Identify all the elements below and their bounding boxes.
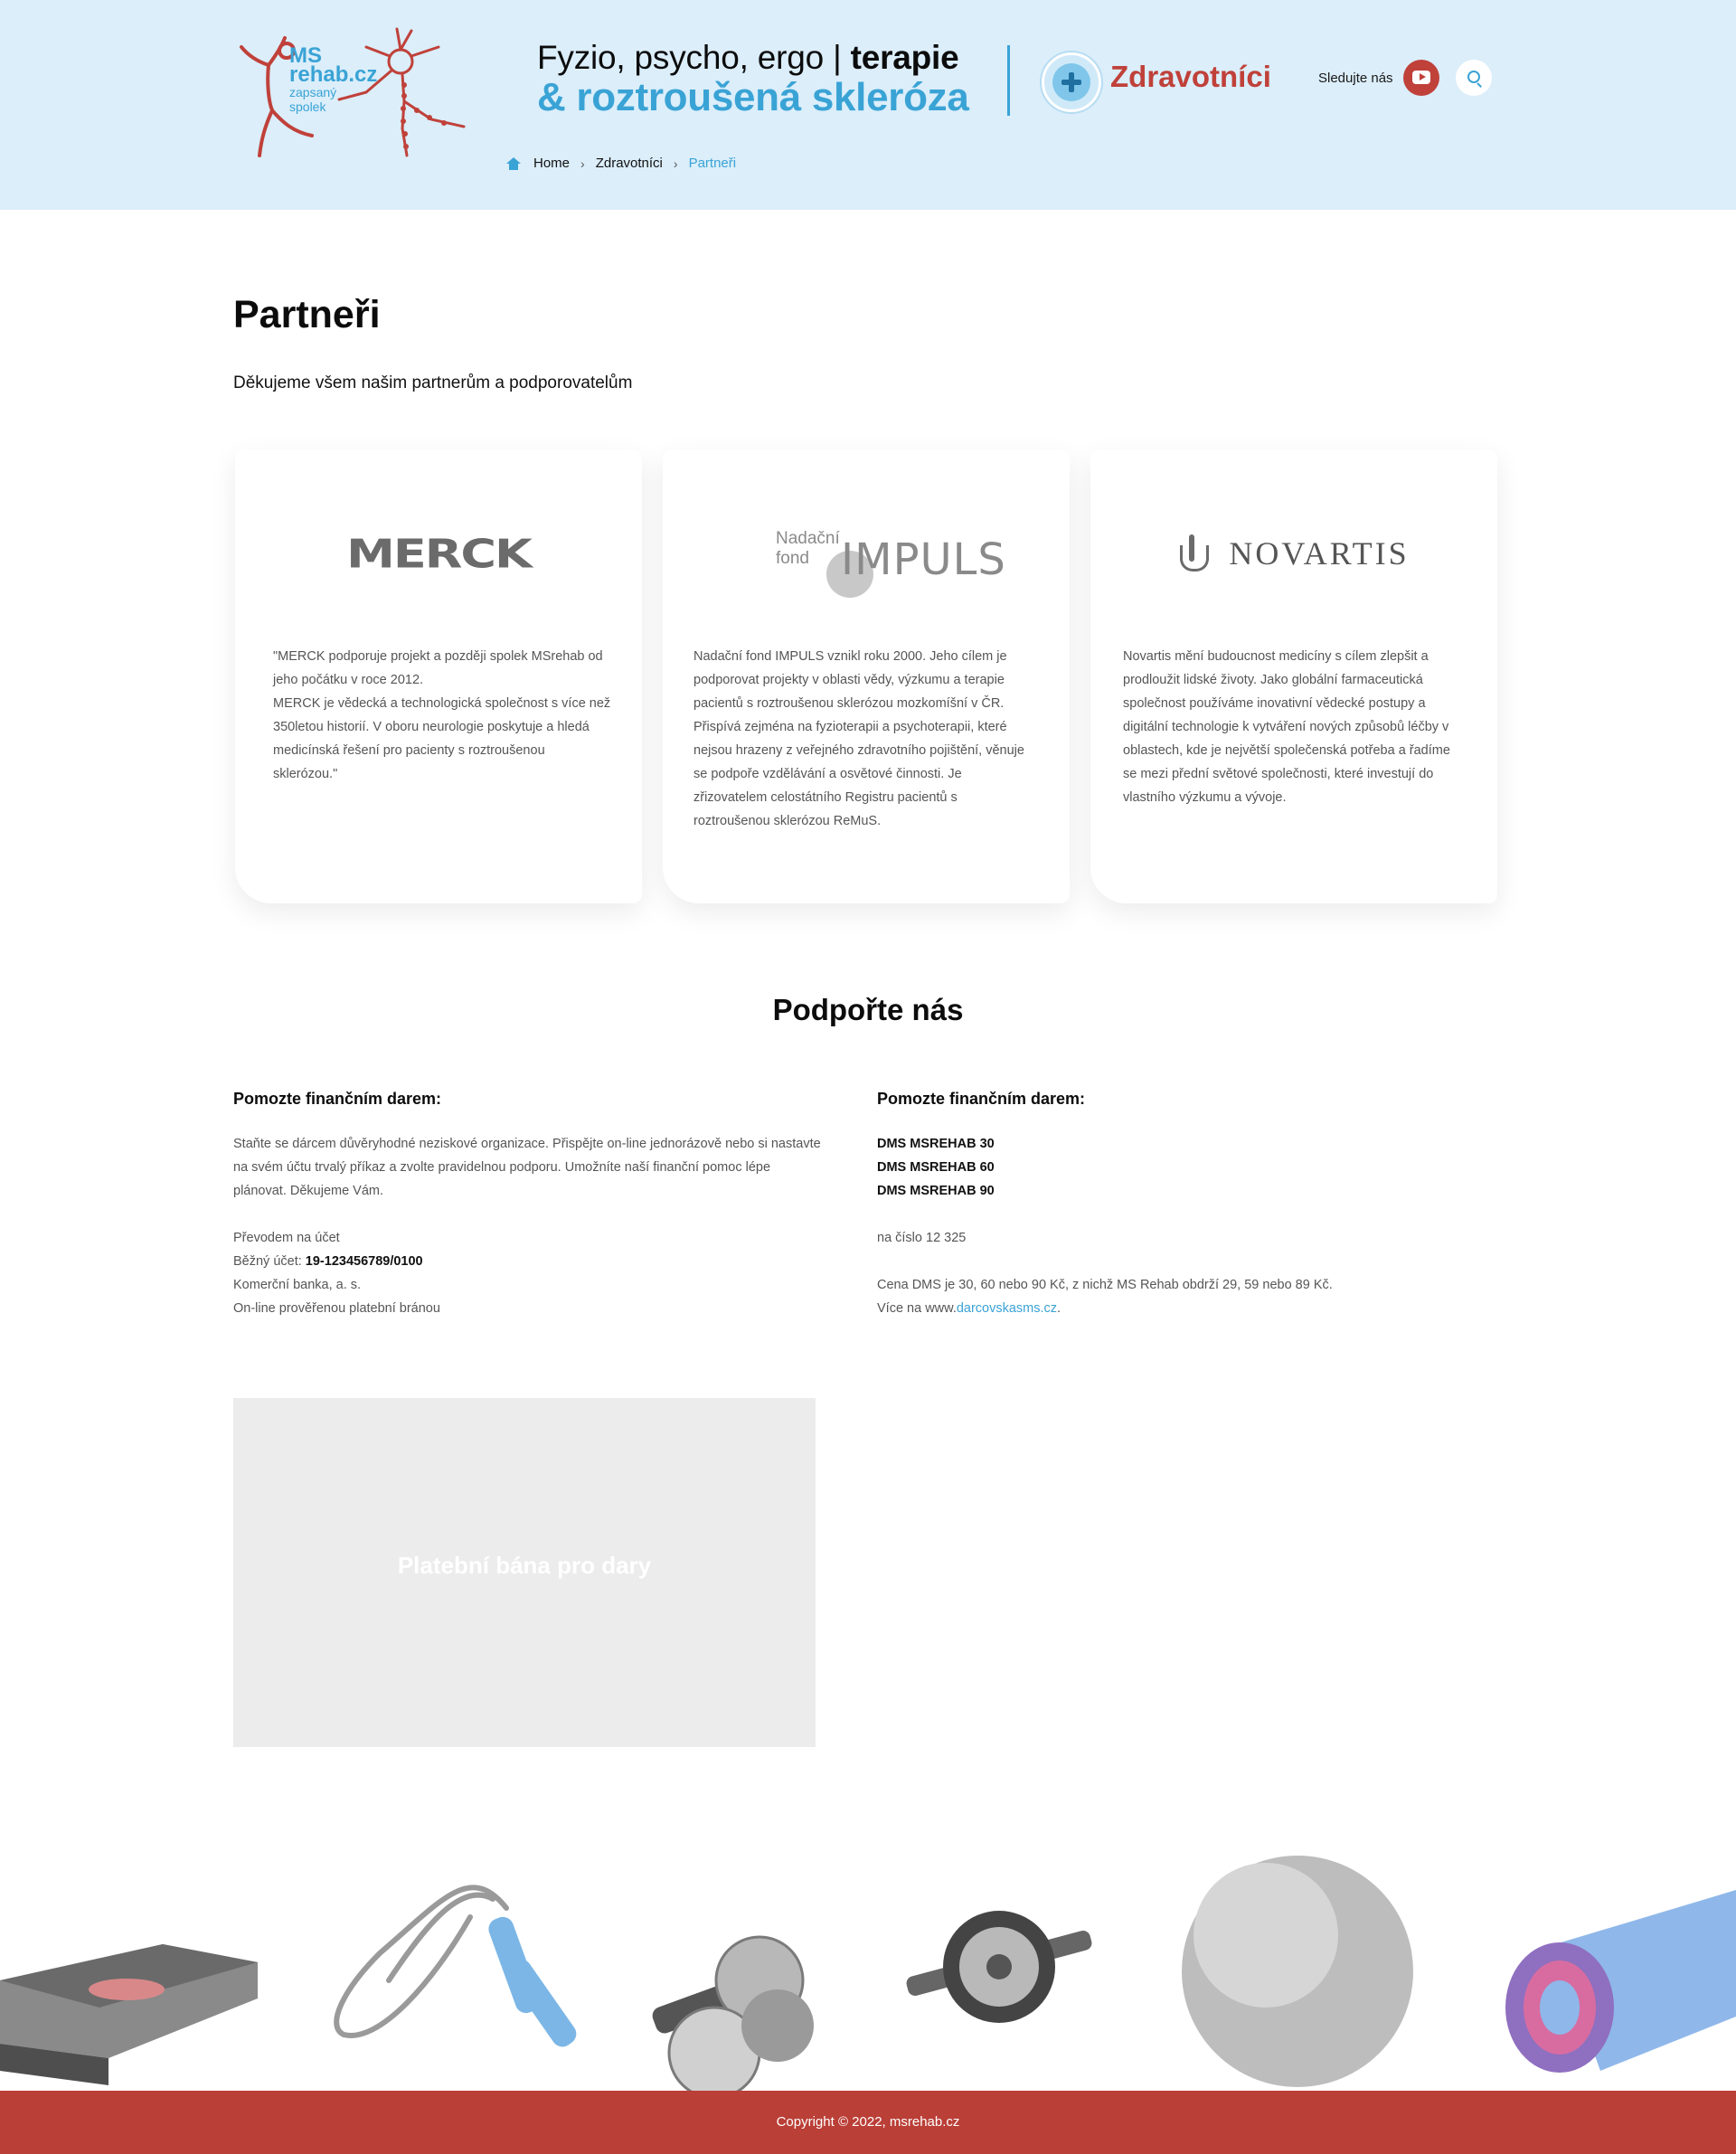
donation-heading-left: Pomozte finančním darem:	[233, 1090, 442, 1108]
site-footer: Copyright © 2022, msrehab.cz	[0, 2091, 1736, 2154]
partner-card-novartis: NOVARTIS Novartis mění budoucnost medicí…	[1090, 449, 1497, 903]
impuls-logo-big: IMPULS	[841, 534, 1006, 585]
page-title: Partneři	[233, 293, 381, 336]
breadcrumb-parent[interactable]: Zdravotníci	[596, 156, 663, 171]
sms-number: na číslo 12 325	[877, 1231, 967, 1245]
account-number: 19-123456789/0100	[305, 1254, 423, 1269]
partner-description: Novartis mění budoucnost medicíny s cíle…	[1123, 649, 1450, 805]
bank-name: Komerční banka, a. s.	[233, 1278, 362, 1292]
transfer-label: Převodem na účet	[233, 1231, 340, 1245]
home-icon[interactable]	[506, 156, 521, 170]
logo-text: MS rehab.cz zapsaný spolek	[289, 45, 389, 115]
breadcrumb-home[interactable]: Home	[533, 156, 570, 171]
logo-sub-2: spolek	[289, 99, 326, 114]
exercise-equipment-illustration	[0, 1856, 1736, 2091]
tagline-part1-bold: terapie	[850, 39, 959, 76]
novartis-logo-text: NOVARTIS	[1229, 535, 1410, 572]
account-label: Běžný účet:	[233, 1254, 306, 1269]
page-subtitle: Děkujeme všem našim partnerům a podporov…	[233, 373, 633, 392]
breadcrumb-current: Partneři	[688, 156, 737, 171]
step-platform-icon	[0, 1944, 258, 2085]
donation-info-left: Staňte se dárcem důvěryhodné neziskové o…	[233, 1132, 821, 1320]
merck-logo[interactable]: MERCK	[235, 504, 642, 603]
logo-sub-1: zapsaný	[289, 85, 337, 99]
dms-option-90: DMS MSREHAB 90	[877, 1184, 995, 1198]
account-line: Běžný účet: 19-123456789/0100	[233, 1250, 821, 1273]
partner-description: Nadační fond IMPULS vznikl roku 2000. Je…	[693, 649, 1024, 828]
jump-rope-icon	[334, 1885, 509, 2038]
section-label[interactable]: Zdravotníci	[1110, 60, 1271, 94]
tagline-part1: Fyzio, psycho, ergo |	[537, 39, 851, 76]
donation-intro: Staňte se dárcem důvěryhodné neziskové o…	[233, 1137, 821, 1198]
dumbbell-icon	[652, 1935, 814, 2091]
ab-wheel-icon	[906, 1911, 1092, 2023]
site-tagline: Fyzio, psycho, ergo | terapie & roztrouš…	[537, 38, 989, 118]
tagline-line-2: & roztroušená skleróza	[537, 75, 969, 119]
sms-price: Cena DMS je 30, 60 nebo 90 Kč, z nichž M…	[877, 1278, 1333, 1292]
darcovskasms-link[interactable]: darcovskasms.cz	[957, 1301, 1057, 1316]
header-divider	[1007, 45, 1010, 116]
site-header: MS rehab.cz zapsaný spolek Fyzio, psycho…	[0, 0, 1736, 210]
partner-description: "MERCK podporuje projekt a později spole…	[273, 649, 611, 781]
breadcrumb: Home › Zdravotníci › Partneři	[506, 156, 736, 171]
partner-card-impuls: Nadační fond IMPULS Nadační fond IMPULS …	[663, 449, 1070, 903]
more-info-suffix: .	[1057, 1301, 1061, 1316]
online-gateway: On-line prověřenou platební bránou	[233, 1301, 440, 1316]
merck-logo-text: MERCK	[346, 530, 533, 577]
chevron-right-icon: ›	[580, 156, 585, 171]
donation-info-right: DMS MSREHAB 30 DMS MSREHAB 60 DMS MSREHA…	[877, 1132, 1465, 1320]
medical-plus-icon[interactable]	[1042, 52, 1101, 112]
search-icon	[1467, 71, 1480, 83]
copyright-text: Copyright © 2022, msrehab.cz	[776, 2114, 960, 2130]
more-info: Více na www.darcovskasms.cz.	[877, 1297, 1465, 1320]
logo-rehab: rehab.cz	[289, 62, 378, 87]
donation-heading-right: Pomozte finančním darem:	[877, 1090, 1086, 1108]
fitness-ball-icon	[1182, 1856, 1413, 2087]
follow-label: Sledujte nás	[1318, 71, 1393, 86]
chevron-right-icon: ›	[673, 156, 678, 171]
dms-option-60: DMS MSREHAB 60	[877, 1160, 995, 1175]
yoga-mat-icon	[1505, 1890, 1736, 2073]
youtube-icon[interactable]	[1403, 60, 1439, 96]
payment-placeholder-label: Platební bána pro dary	[397, 1552, 652, 1579]
search-button[interactable]	[1456, 60, 1492, 96]
partner-card-merck: MERCK "MERCK podporuje projekt a později…	[235, 449, 642, 903]
tagline-line-1: Fyzio, psycho, ergo | terapie	[537, 38, 989, 78]
novartis-logo[interactable]: NOVARTIS	[1090, 504, 1497, 603]
payment-gateway-placeholder[interactable]: Platební bána pro dary	[233, 1398, 816, 1747]
support-title: Podpořte nás	[772, 993, 964, 1026]
more-info-prefix: Více na www.	[877, 1301, 957, 1316]
impuls-logo[interactable]: Nadační fond IMPULS	[663, 504, 1070, 603]
novartis-flame-icon	[1178, 534, 1210, 572]
dms-option-30: DMS MSREHAB 30	[877, 1137, 995, 1151]
